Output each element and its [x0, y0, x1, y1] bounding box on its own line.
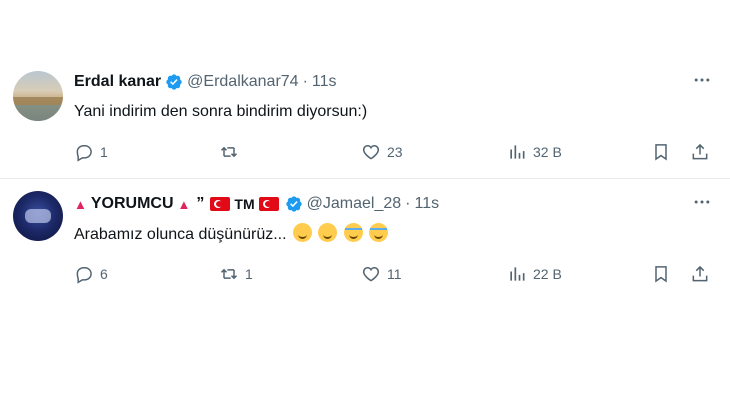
tweet-text-container: Arabamız olunca düşünürüz... — [74, 223, 389, 244]
laughing-tears-emoji-icon — [369, 223, 389, 242]
reply-count: 6 — [100, 266, 108, 282]
repost-icon — [220, 146, 238, 158]
reply-button[interactable]: 1 — [74, 140, 108, 164]
separator-dot: · — [405, 195, 411, 212]
view-count: 22 B — [533, 266, 562, 282]
separator-dot: · — [302, 73, 308, 90]
name-tm: TM — [234, 196, 255, 212]
name-suffix-triangle: ▲ — [177, 196, 191, 212]
tweet-divider — [0, 178, 730, 179]
turkey-flag-icon — [210, 197, 231, 211]
repost-icon — [220, 268, 238, 280]
heart-icon — [362, 266, 380, 282]
views-chart-icon — [510, 145, 525, 159]
more-options-icon[interactable] — [692, 70, 712, 90]
avatar-image-land — [13, 97, 63, 105]
avatar-image-water — [13, 105, 63, 121]
tweet-header: ▲ YORUMCU ▲ ” TM @Jamael_28 · 11s — [74, 193, 439, 215]
verified-badge-icon — [285, 196, 302, 212]
more-options-icon[interactable] — [692, 192, 712, 212]
repost-button[interactable] — [219, 140, 245, 164]
display-name[interactable]: YORUMCU — [91, 195, 174, 213]
views-chart-icon — [510, 267, 525, 281]
views-button[interactable]: 32 B — [507, 140, 562, 164]
display-name[interactable]: Erdal kanar — [74, 73, 161, 91]
tweet-actions: 1 23 32 B — [0, 140, 730, 164]
smirk-emoji-icon — [293, 223, 313, 242]
reply-button[interactable]: 6 — [74, 262, 108, 286]
tweet-text: Yani indirim den sonra bindirim diyorsun… — [74, 103, 368, 120]
user-handle[interactable]: @Erdalkanar74 — [187, 73, 298, 91]
user-handle[interactable]: @Jamael_28 — [307, 195, 402, 213]
timestamp[interactable]: 11s — [414, 195, 439, 213]
views-button[interactable]: 22 B — [507, 262, 562, 286]
turkey-flag-icon — [258, 197, 279, 211]
timestamp[interactable]: 11s — [312, 73, 337, 91]
share-icon — [692, 143, 708, 160]
laughing-tears-emoji-icon — [343, 223, 363, 242]
bookmark-icon — [655, 266, 667, 283]
reply-icon — [76, 267, 92, 284]
share-icon — [692, 265, 708, 282]
like-count: 11 — [387, 266, 402, 282]
bookmark-button[interactable] — [651, 140, 677, 164]
tweet-erdal[interactable]: Erdal kanar @Erdalkanar74 · 11s Yani ind… — [0, 58, 730, 176]
repost-button[interactable]: 1 — [219, 262, 253, 286]
share-button[interactable] — [690, 262, 716, 286]
avatar[interactable] — [13, 71, 63, 121]
like-count: 23 — [387, 144, 403, 160]
heart-icon — [362, 144, 380, 160]
tweet-actions: 6 1 11 22 B — [0, 262, 730, 286]
name-quote: ” — [196, 195, 205, 212]
like-button[interactable]: 11 — [361, 262, 402, 286]
repost-count: 1 — [245, 266, 253, 282]
tweet-text: Arabamız olunca düşünürüz... — [74, 226, 287, 243]
view-count: 32 B — [533, 144, 562, 160]
like-button[interactable]: 23 — [361, 140, 403, 164]
reply-count: 1 — [100, 144, 108, 160]
bookmark-button[interactable] — [651, 262, 677, 286]
share-button[interactable] — [690, 140, 716, 164]
bookmark-icon — [655, 144, 667, 161]
avatar[interactable] — [13, 191, 63, 241]
avatar-image-figure — [25, 209, 51, 223]
name-prefix-triangle: ▲ — [74, 196, 87, 212]
tweet-yorumcu[interactable]: ▲ YORUMCU ▲ ” TM @Jamael_28 · 11s Arabam… — [0, 180, 730, 300]
reply-icon — [76, 145, 92, 162]
smirk-emoji-icon — [318, 223, 338, 242]
verified-badge-icon — [166, 74, 182, 90]
tweet-header: Erdal kanar @Erdalkanar74 · 11s — [74, 71, 337, 93]
